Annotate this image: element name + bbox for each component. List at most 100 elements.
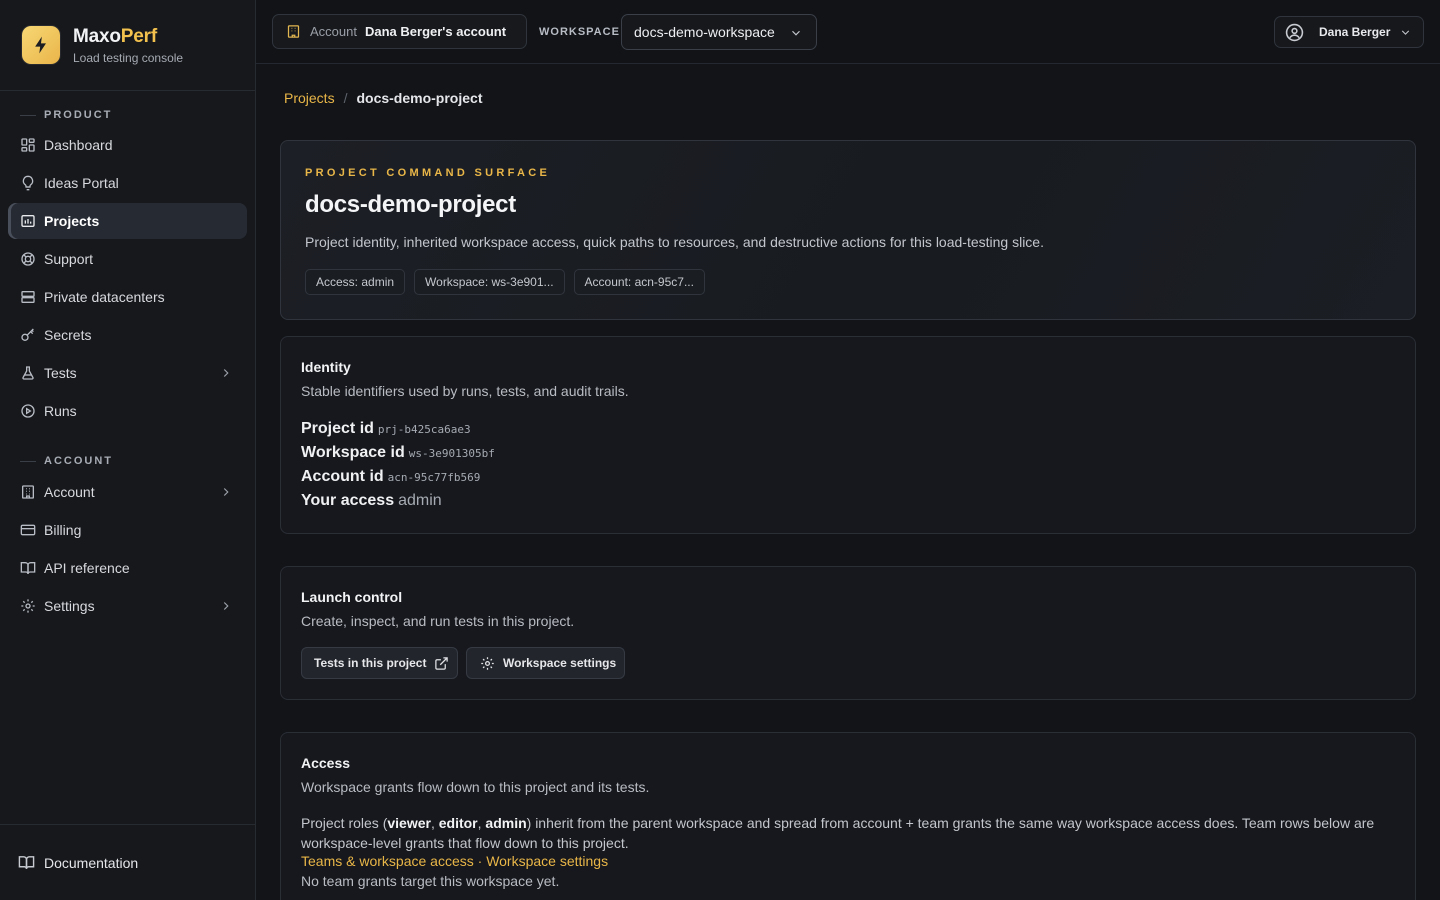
- account-chip: Account: acn-95c7...: [573, 269, 705, 295]
- brand[interactable]: MaxoPerf Load testing console: [0, 0, 255, 91]
- gear-icon: [481, 656, 494, 670]
- sidebar-item-label: Ideas Portal: [44, 175, 119, 191]
- sidebar-item-settings[interactable]: Settings: [8, 588, 247, 624]
- page-title: docs-demo-project: [305, 191, 516, 218]
- tests-in-project-button[interactable]: Tests in this project: [301, 647, 458, 679]
- workspace-chip: Workspace: ws-3e901...: [414, 269, 565, 295]
- topbar: Account Dana Berger's account WORKSPACE …: [256, 0, 1440, 64]
- breadcrumb: Projects / docs-demo-project: [284, 90, 482, 106]
- hero-description: Project identity, inherited workspace ac…: [305, 234, 1044, 250]
- lifebuoy-icon: [21, 252, 35, 266]
- workspace-id-row: Workspace id ws-3e901305bf: [301, 444, 495, 461]
- sidebar-item-documentation[interactable]: Documentation: [0, 824, 256, 900]
- sidebar-item-label: Support: [44, 251, 94, 267]
- sidebar-item-label: Private datacenters: [44, 289, 165, 305]
- identity-card: Identity Stable identifiers used by runs…: [280, 336, 1416, 534]
- sidebar-item-label: API reference: [44, 560, 130, 576]
- workspace-settings-button[interactable]: Workspace settings: [466, 647, 625, 679]
- breadcrumb-projects-link[interactable]: Projects: [284, 90, 335, 106]
- sidebar-item-label: Projects: [44, 213, 100, 229]
- section-label-account: ACCOUNT: [20, 455, 113, 467]
- sidebar-item-label: Tests: [44, 365, 77, 381]
- external-link-icon: [435, 656, 449, 670]
- sidebar-item-label: Account: [44, 484, 95, 500]
- credit-card-icon: [20, 524, 36, 536]
- role-admin: admin: [485, 815, 527, 831]
- breadcrumb-current: docs-demo-project: [356, 90, 483, 106]
- hero-eyebrow: PROJECT COMMAND SURFACE: [305, 167, 551, 179]
- sidebar-item-label: Secrets: [44, 327, 92, 343]
- hero-chips: Access: admin Workspace: ws-3e901... Acc…: [305, 269, 705, 295]
- sidebar: MaxoPerf Load testing console PRODUCT Da…: [0, 0, 256, 900]
- chevron-down-icon: [1401, 30, 1410, 35]
- sidebar-item-support[interactable]: Support: [8, 241, 247, 277]
- project-id-value: prj-b425ca6ae3: [377, 423, 471, 436]
- chevron-right-icon: [223, 602, 229, 610]
- chevron-right-icon: [223, 488, 229, 496]
- sidebar-item-label: Runs: [44, 403, 77, 419]
- building-icon: [22, 485, 34, 499]
- workspace-id-value: ws-3e901305bf: [408, 447, 495, 460]
- section-label-product: PRODUCT: [20, 109, 112, 121]
- brand-name: MaxoPerf: [73, 25, 157, 47]
- workspace-settings-link[interactable]: Workspace settings: [486, 853, 608, 869]
- account-label: Account: [310, 24, 357, 39]
- sidebar-item-ideas-portal[interactable]: Ideas Portal: [8, 165, 247, 201]
- sidebar-item-api-reference[interactable]: API reference: [8, 550, 247, 586]
- sidebar-item-projects[interactable]: Projects: [8, 203, 247, 239]
- workspace-select[interactable]: docs-demo-workspace: [621, 14, 817, 50]
- team-grants-empty-state: No team grants target this workspace yet…: [301, 873, 560, 889]
- user-name: Dana Berger: [1319, 25, 1391, 39]
- role-editor: editor: [438, 815, 478, 831]
- identity-description: Stable identifiers used by runs, tests, …: [301, 383, 629, 399]
- sidebar-item-billing[interactable]: Billing: [8, 512, 247, 548]
- lightning-logo-icon: [22, 26, 60, 64]
- access-description: Workspace grants flow down to this proje…: [301, 779, 650, 795]
- breadcrumb-separator: /: [343, 90, 348, 106]
- play-circle-icon: [21, 404, 35, 418]
- main-content: Projects / docs-demo-project PROJECT COM…: [256, 64, 1440, 900]
- account-switcher[interactable]: Account Dana Berger's account: [272, 14, 527, 49]
- account-name: Dana Berger's account: [364, 24, 507, 39]
- access-roles-text: Project roles (viewer, editor, admin) in…: [301, 815, 1375, 851]
- launch-control-card: Launch control Create, inspect, and run …: [280, 566, 1416, 700]
- user-menu[interactable]: Dana Berger: [1274, 16, 1424, 48]
- sidebar-item-account[interactable]: Account: [8, 474, 247, 510]
- documentation-label: Documentation: [44, 854, 139, 871]
- book-icon: [20, 562, 36, 575]
- access-links: Teams & workspace access · Workspace set…: [301, 853, 609, 869]
- lightbulb-icon: [22, 175, 34, 191]
- sidebar-item-label: Settings: [44, 598, 95, 614]
- sidebar-item-label: Billing: [44, 522, 82, 538]
- sidebar-item-private-datacenters[interactable]: Private datacenters: [8, 279, 247, 315]
- project-hero-card: PROJECT COMMAND SURFACE docs-demo-projec…: [280, 140, 1416, 320]
- key-icon: [21, 328, 34, 341]
- access-chip: Access: admin: [305, 269, 406, 295]
- role-viewer: viewer: [387, 815, 431, 831]
- identity-title: Identity: [301, 359, 351, 375]
- access-row: Your access admin: [301, 492, 442, 509]
- server-icon: [21, 291, 35, 303]
- sidebar-item-runs[interactable]: Runs: [8, 393, 247, 429]
- teams-workspace-access-link[interactable]: Teams & workspace access: [301, 853, 474, 869]
- access-title: Access: [301, 755, 351, 771]
- sidebar-item-label: Dashboard: [44, 137, 113, 153]
- book-open-icon: [18, 856, 35, 870]
- sidebar-item-secrets[interactable]: Secrets: [8, 317, 247, 353]
- chevron-down-icon: [792, 30, 800, 36]
- access-card: Access Workspace grants flow down to thi…: [280, 732, 1416, 900]
- projects-icon: [21, 215, 35, 227]
- launch-description: Create, inspect, and run tests in this p…: [301, 613, 575, 629]
- account-id-value: acn-95c77fb569: [387, 471, 481, 484]
- building-icon: [287, 25, 300, 38]
- access-value: admin: [398, 492, 442, 509]
- sidebar-item-tests[interactable]: Tests: [8, 355, 247, 391]
- project-id-row: Project id prj-b425ca6ae3: [301, 420, 471, 437]
- flask-icon: [22, 366, 34, 380]
- launch-title: Launch control: [301, 589, 403, 605]
- workspace-value: docs-demo-workspace: [634, 24, 775, 40]
- user-circle-icon: [1285, 23, 1304, 41]
- gear-icon: [21, 599, 35, 613]
- chevron-right-icon: [223, 369, 229, 377]
- sidebar-item-dashboard[interactable]: Dashboard: [8, 127, 247, 163]
